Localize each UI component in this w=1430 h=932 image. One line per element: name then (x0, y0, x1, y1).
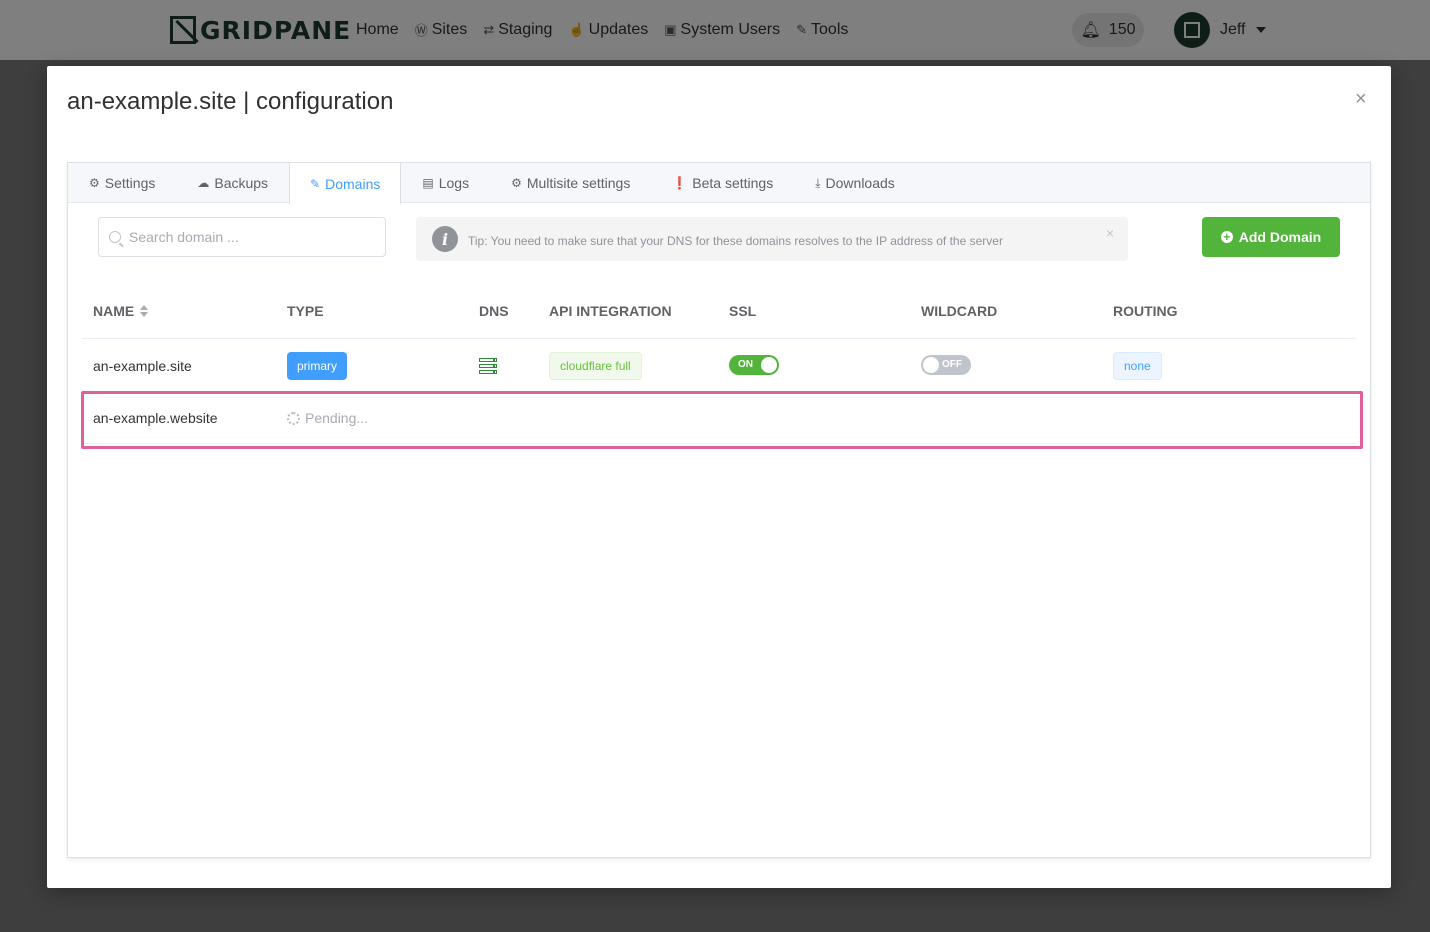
gear-icon: ⚙ (511, 176, 522, 190)
document-icon: ▤ (422, 176, 434, 190)
header-name[interactable]: NAME (93, 303, 149, 319)
tab-backups-label: Backups (214, 175, 269, 191)
alert-circle-icon: ❗ (672, 176, 688, 190)
tab-settings[interactable]: ⚙ Settings (68, 163, 176, 203)
add-domain-label: Add Domain (1238, 229, 1322, 245)
download-icon: ⤓ (815, 175, 821, 190)
tab-domains-label: Domains (325, 175, 381, 192)
header-ssl: SSL (729, 303, 757, 319)
add-domain-button[interactable]: + Add Domain (1202, 217, 1340, 257)
tab-downloads-label: Downloads (825, 175, 895, 191)
ssl-toggle-label: ON (738, 359, 753, 370)
loading-spinner-icon (287, 411, 300, 425)
tabs-panel: ⚙ Settings ☁ Backups ✎ Domains ▤ Logs ⚙ … (67, 162, 1371, 858)
tab-multisite-settings[interactable]: ⚙ Multisite settings (490, 163, 651, 203)
tab-logs-label: Logs (438, 175, 470, 191)
tab-bar: ⚙ Settings ☁ Backups ✎ Domains ▤ Logs ⚙ … (68, 163, 1370, 204)
modal-title: an-example.site | configuration (67, 88, 394, 115)
table-row: an-example.website Pending... (82, 392, 1356, 444)
pending-status: Pending... (287, 410, 368, 426)
routing-tag[interactable]: none (1113, 352, 1162, 380)
search-domain (98, 217, 386, 257)
header-dns: DNS (479, 303, 509, 319)
dns-server-icon[interactable] (479, 358, 497, 374)
cloud-upload-icon: ☁ (197, 176, 210, 190)
table-row: an-example.site primary cloudflare full … (82, 340, 1356, 392)
info-icon: i (432, 226, 458, 252)
close-icon[interactable]: × (1355, 88, 1367, 111)
tab-backups[interactable]: ☁ Backups (176, 163, 289, 203)
tab-downloads[interactable]: ⤓ Downloads (794, 163, 916, 203)
tab-settings-label: Settings (104, 175, 156, 191)
dns-tip-alert: i Tip: You need to make sure that your D… (416, 217, 1128, 261)
search-input[interactable] (129, 229, 369, 245)
tab-beta-settings-label: Beta settings (692, 175, 774, 191)
configuration-modal: an-example.site | configuration × ⚙ Sett… (47, 66, 1391, 888)
domain-name: an-example.website (93, 410, 218, 426)
wildcard-toggle-label: OFF (942, 359, 962, 370)
type-tag: primary (287, 352, 348, 380)
edit-icon: ✎ (310, 176, 321, 191)
tab-domains[interactable]: ✎ Domains (289, 163, 402, 204)
tip-close-icon[interactable]: × (1106, 225, 1114, 241)
plus-circle-icon: + (1220, 231, 1233, 243)
table-header: NAME TYPE DNS API INTEGRATION SSL WILDCA… (82, 291, 1356, 339)
wildcard-toggle[interactable]: OFF (921, 355, 971, 375)
header-api-integration: API INTEGRATION (549, 303, 672, 319)
header-routing: ROUTING (1113, 303, 1178, 319)
domain-name: an-example.site (93, 358, 192, 374)
search-icon (109, 231, 121, 243)
tip-text: Tip: You need to make sure that your DNS… (468, 234, 1003, 248)
ssl-toggle[interactable]: ON (729, 355, 779, 375)
tab-beta-settings[interactable]: ❗ Beta settings (651, 163, 794, 203)
tab-multisite-settings-label: Multisite settings (526, 175, 631, 191)
tab-logs[interactable]: ▤ Logs (401, 163, 490, 203)
header-type: TYPE (287, 303, 324, 319)
gear-icon: ⚙ (89, 176, 100, 190)
header-wildcard: WILDCARD (921, 303, 998, 319)
pending-label: Pending... (305, 410, 369, 426)
sort-icon[interactable] (140, 305, 149, 317)
api-integration-tag: cloudflare full (549, 352, 642, 380)
